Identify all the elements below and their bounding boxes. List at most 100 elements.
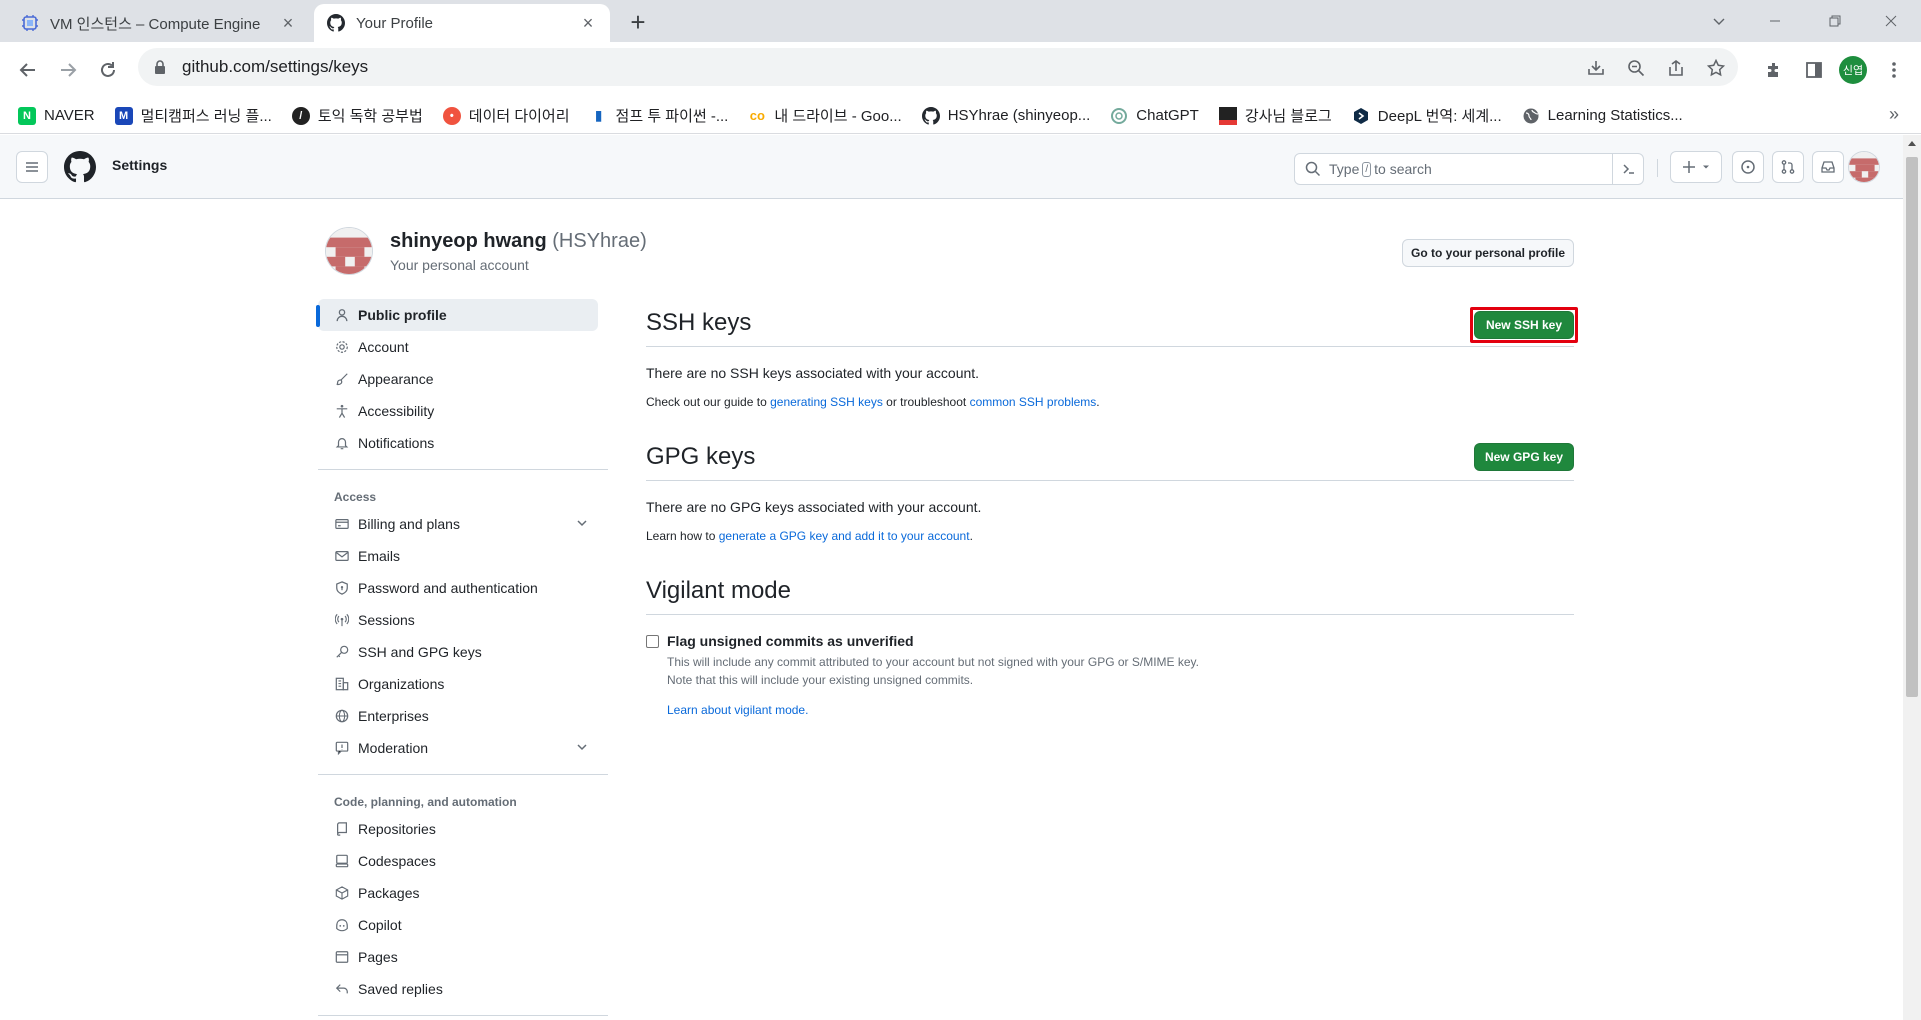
page-scrollbar[interactable] <box>1903 135 1921 1020</box>
go-to-profile-button[interactable]: Go to your personal profile <box>1402 239 1574 267</box>
sidebar-item-label: Notifications <box>358 435 435 451</box>
tab-your-profile[interactable]: Your Profile × <box>314 4 610 42</box>
close-icon[interactable]: × <box>578 13 598 33</box>
sidebar-item-saved-replies[interactable]: Saved replies <box>318 973 608 1005</box>
sidebar-item-label: Saved replies <box>358 981 443 997</box>
github-icon <box>921 106 940 125</box>
sidebar-item-appearance[interactable]: Appearance <box>318 363 608 395</box>
sidebar-item-label: Codespaces <box>358 853 436 869</box>
bookmark-deepl[interactable]: DeepL 번역: 세계... <box>1352 105 1502 126</box>
address-bar[interactable]: github.com/settings/keys <box>138 48 1738 86</box>
tab-vm-instances[interactable]: VM 인스턴스 – Compute Engine × <box>8 4 310 42</box>
sidebar-item-account[interactable]: Account <box>318 331 608 363</box>
forward-arrow-icon[interactable] <box>52 54 84 86</box>
inbox-button[interactable] <box>1812 151 1844 183</box>
pull-requests-button[interactable] <box>1772 151 1804 183</box>
user-display-name: shinyeop hwang (HSYhrae) <box>390 230 647 253</box>
bookmark-multicampus[interactable]: M 멀티캠퍼스 러닝 플... <box>114 105 272 126</box>
sidebar-item-billing[interactable]: Billing and plans <box>318 508 608 540</box>
user-avatar[interactable] <box>1848 151 1880 183</box>
bookmarks-overflow-icon[interactable]: » <box>1889 104 1899 125</box>
minimize-icon[interactable] <box>1752 6 1798 36</box>
settings-sidebar: Public profile Account Appearance Access… <box>316 299 608 1020</box>
scroll-up-icon[interactable] <box>1908 141 1916 146</box>
learn-vigilant-mode-link[interactable]: Learn about vigilant mode. <box>667 703 808 717</box>
bookmark-label: 내 드라이브 - Goo... <box>774 108 902 125</box>
sidebar-item-moderation[interactable]: Moderation <box>318 732 608 764</box>
sidebar-item-copilot[interactable]: Copilot <box>318 909 608 941</box>
star-icon[interactable] <box>1700 52 1732 84</box>
command-palette-icon[interactable] <box>1612 153 1644 185</box>
bookmark-learning-statistics[interactable]: Learning Statistics... <box>1522 107 1683 125</box>
sidebar-item-accessibility[interactable]: Accessibility <box>318 395 608 427</box>
sidebar-item-enterprises[interactable]: Enterprises <box>318 700 608 732</box>
header-context-title[interactable]: Settings <box>112 157 167 173</box>
more-menu-icon[interactable] <box>1878 54 1910 86</box>
common-ssh-problems-link[interactable]: common SSH problems <box>970 395 1097 409</box>
generating-ssh-keys-link[interactable]: generating SSH keys <box>770 395 883 409</box>
bookmark-data-diary[interactable]: • 데이터 다이어리 <box>442 105 570 126</box>
gpg-keys-header: GPG keys New GPG key <box>646 433 1574 481</box>
chevron-down-icon[interactable] <box>576 516 588 532</box>
create-new-button[interactable] <box>1670 151 1722 183</box>
chevron-down-icon[interactable] <box>576 740 588 756</box>
hamburger-menu-icon[interactable] <box>16 151 48 183</box>
sidebar-item-sessions[interactable]: Sessions <box>318 604 608 636</box>
bookmark-google-drive[interactable]: co 내 드라이브 - Goo... <box>748 105 902 126</box>
vigilant-mode-checkbox-row[interactable]: Flag unsigned commits as unverified <box>646 633 1574 649</box>
sidebar-item-notifications[interactable]: Notifications <box>318 427 608 459</box>
new-tab-button[interactable]: + <box>624 9 652 37</box>
sidebar-item-packages[interactable]: Packages <box>318 877 608 909</box>
sidebar-item-label: Sessions <box>358 612 415 628</box>
sidebar-item-password-authentication[interactable]: Password and authentication <box>318 572 608 604</box>
sidebar-item-repositories[interactable]: Repositories <box>318 813 608 845</box>
vigilant-mode-checkbox[interactable] <box>646 634 659 648</box>
restore-icon[interactable] <box>1812 6 1858 36</box>
vigilant-mode-description: This will include any commit attributed … <box>667 653 1574 719</box>
bookmark-instructor-blog[interactable]: 강사님 블로그 <box>1218 105 1332 126</box>
bookmark-naver[interactable]: N NAVER <box>18 106 95 125</box>
ssh-keys-title: SSH keys <box>646 308 752 336</box>
bookmark-label: 데이터 다이어리 <box>468 108 570 125</box>
bookmark-github-profile[interactable]: HSYhrae (shinyeop... <box>921 106 1090 125</box>
sidebar-item-emails[interactable]: Emails <box>318 540 608 572</box>
bookmark-label: 토익 독학 공부법 <box>317 108 423 125</box>
user-avatar-large[interactable] <box>325 227 373 275</box>
sidebar-item-public-profile[interactable]: Public profile <box>316 299 598 331</box>
bookmark-label: 점프 투 파이썬 -... <box>615 108 729 125</box>
bookmarks-bar: N NAVER M 멀티캠퍼스 러닝 플... / 토익 독학 공부법 • 데이… <box>0 98 1921 134</box>
toeic-icon: / <box>291 106 310 125</box>
sidebar-item-label: Appearance <box>358 371 434 387</box>
scrollbar-thumb[interactable] <box>1906 157 1918 697</box>
share-icon[interactable] <box>1660 52 1692 84</box>
github-logo-icon[interactable] <box>64 151 96 183</box>
lock-icon[interactable] <box>154 60 170 74</box>
credit-card-icon <box>334 516 350 532</box>
sidebar-item-ssh-gpg-keys[interactable]: SSH and GPG keys <box>318 636 608 668</box>
tab-search-icon[interactable] <box>1696 6 1742 36</box>
bookmark-jump-to-python[interactable]: ▮ 점프 투 파이썬 -... <box>589 105 729 126</box>
generate-gpg-key-link[interactable]: generate a GPG key and add it to your ac… <box>719 529 970 543</box>
issues-button[interactable] <box>1732 151 1764 183</box>
zoom-icon[interactable] <box>1620 52 1652 84</box>
github-icon <box>326 13 346 33</box>
sidebar-item-label: Organizations <box>358 676 445 692</box>
extensions-icon[interactable] <box>1758 54 1790 86</box>
search-input[interactable]: Type / to search <box>1294 153 1644 185</box>
reload-icon[interactable] <box>92 54 124 86</box>
wikidocs-icon: ▮ <box>589 106 608 125</box>
sidebar-item-codespaces[interactable]: Codespaces <box>318 845 608 877</box>
install-app-icon[interactable] <box>1580 52 1612 84</box>
sidebar-item-organizations[interactable]: Organizations <box>318 668 608 700</box>
new-gpg-key-button[interactable]: New GPG key <box>1474 443 1574 471</box>
close-window-icon[interactable] <box>1868 6 1914 36</box>
ssh-guide-text: Check out our guide to generating SSH ke… <box>646 395 1574 409</box>
bookmark-chatgpt[interactable]: ChatGPT <box>1110 107 1199 125</box>
side-panel-icon[interactable] <box>1798 54 1830 86</box>
browser-profile-avatar[interactable]: 신엽 <box>1839 56 1867 84</box>
search-placeholder-prefix: Type <box>1329 161 1360 177</box>
bookmark-toeic[interactable]: / 토익 독학 공부법 <box>291 105 423 126</box>
close-icon[interactable]: × <box>278 13 298 33</box>
back-arrow-icon[interactable] <box>12 54 44 86</box>
sidebar-item-pages[interactable]: Pages <box>318 941 608 973</box>
